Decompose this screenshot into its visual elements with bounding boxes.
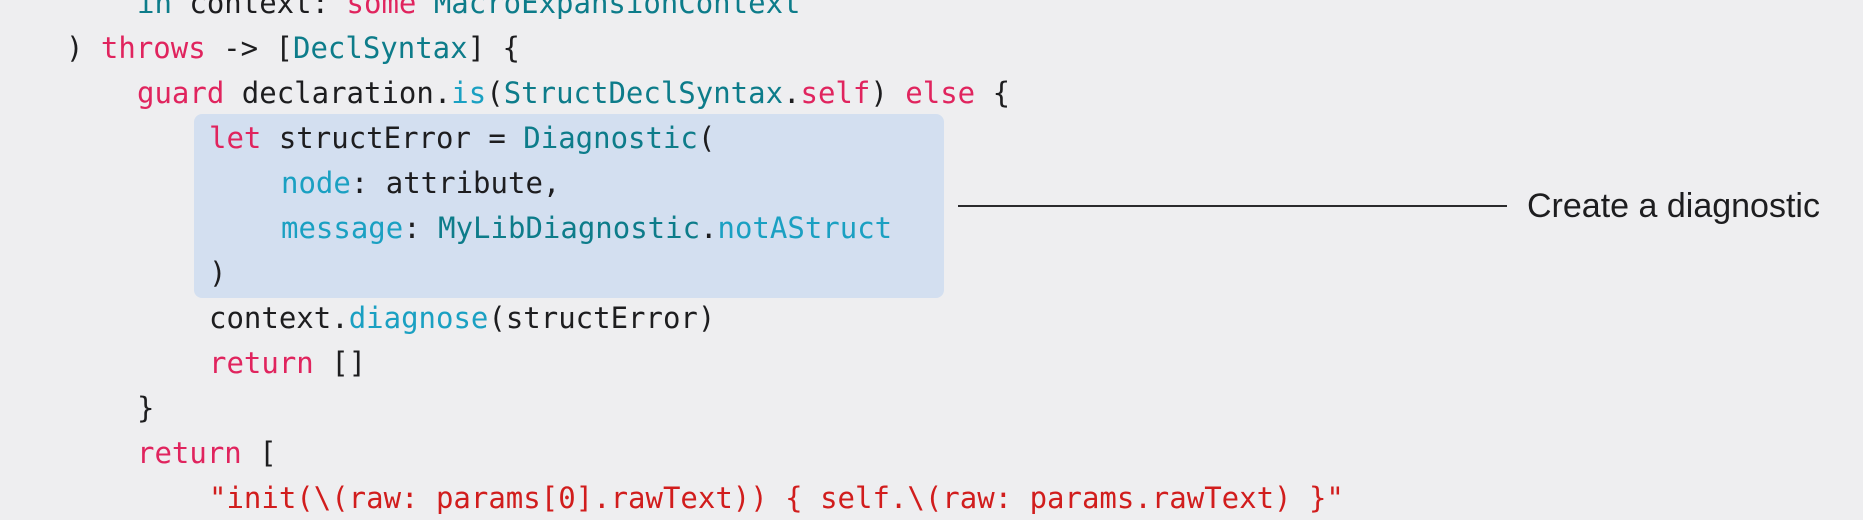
code-token: context. (209, 301, 349, 335)
callout-label: Create a diagnostic (1527, 187, 1820, 225)
code-token: self (800, 76, 871, 110)
code-token: "init(\(raw: params[0].rawText)) { self.… (209, 481, 1344, 515)
code-token: Diagnostic (523, 121, 698, 155)
code-line: let structError = Diagnostic( (209, 116, 715, 160)
code-token: StructDeclSyntax (503, 76, 784, 110)
code-token: : attribute, (350, 166, 561, 200)
code-token: some (346, 0, 417, 20)
code-token: guard (137, 76, 225, 110)
code-token: } (137, 391, 155, 425)
code-token: throws (100, 31, 206, 65)
code-token: let (209, 121, 262, 155)
code-token: MyLibDiagnostic (438, 211, 701, 245)
code-token: context: (171, 0, 347, 20)
code-token: MacroExpansionContext (416, 0, 801, 20)
code-line: } (137, 386, 154, 430)
code-token: ) (209, 256, 227, 290)
code-token: notAStruct (717, 211, 893, 245)
code-token: node (281, 166, 351, 200)
code-token: ) (870, 76, 906, 110)
code-token: -> [ (205, 31, 293, 65)
code-token: in (137, 0, 172, 20)
code-line: node: attribute, (281, 161, 560, 205)
code-token: return (209, 346, 314, 380)
code-token: [ (241, 436, 277, 470)
code-token: return (137, 436, 242, 470)
code-line: return [ (137, 431, 277, 475)
code-token: diagnose (348, 301, 489, 335)
code-line: guard declaration.is(StructDeclSyntax.se… (137, 71, 1010, 115)
code-token: else (905, 76, 976, 110)
code-line: ) (209, 251, 226, 295)
code-token: DeclSyntax (293, 31, 468, 65)
code-token: is (451, 76, 487, 110)
code-token: [] (313, 346, 367, 380)
code-token: ( (697, 121, 716, 155)
code-token: declaration. (224, 76, 452, 110)
code-line: "init(\(raw: params[0].rawText)) { self.… (209, 476, 1344, 520)
code-token: message (281, 211, 404, 245)
code-line: ) throws -> [DeclSyntax] { (66, 26, 520, 70)
callout-leader-line (958, 205, 1507, 207)
code-token: ) (66, 31, 101, 65)
code-line: in context: some MacroExpansionContext (137, 0, 800, 25)
code-token: . (700, 211, 718, 245)
code-token: { (975, 76, 1011, 110)
code-token: ( (486, 76, 504, 110)
code-token: structError = (261, 121, 524, 155)
code-token: (structError) (488, 301, 716, 335)
code-line: context.diagnose(structError) (209, 296, 715, 340)
code-line: return [] (209, 341, 366, 385)
code-token: : (403, 211, 439, 245)
code-line: message: MyLibDiagnostic.notAStruct (281, 206, 892, 250)
code-token: ] { (467, 31, 520, 65)
code-token: . (783, 76, 801, 110)
